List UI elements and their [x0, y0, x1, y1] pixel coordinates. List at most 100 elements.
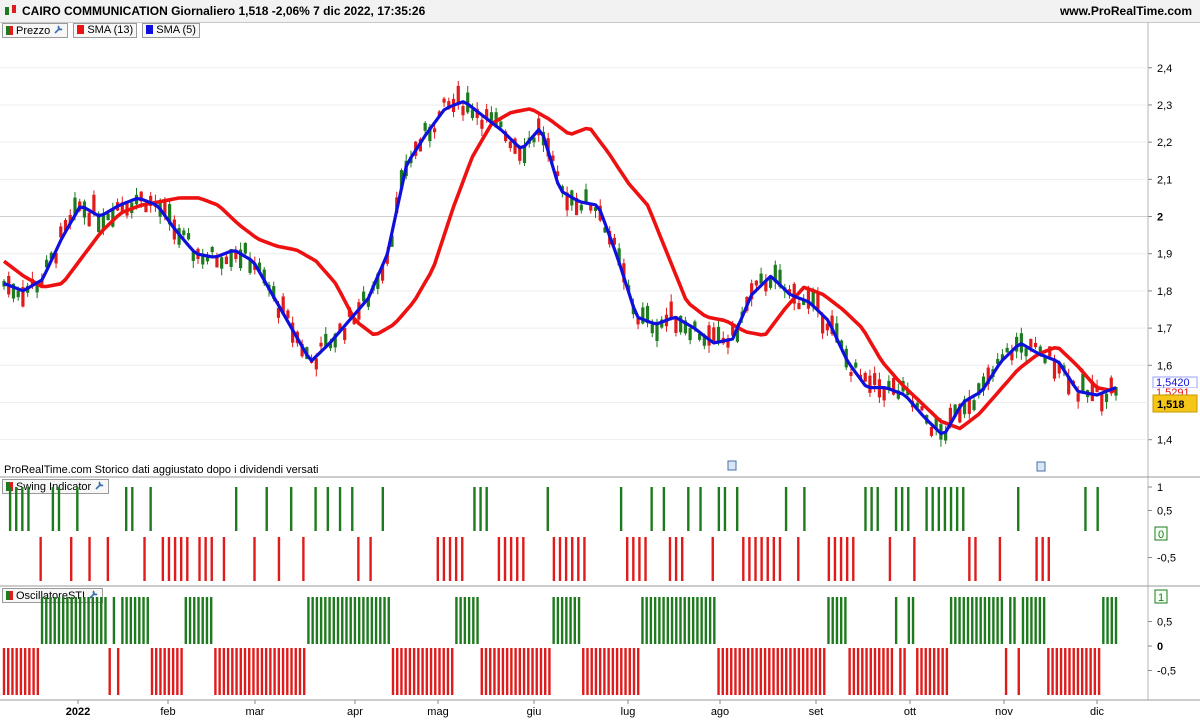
sti-bar	[235, 648, 238, 695]
wrench-icon[interactable]	[94, 480, 105, 491]
sti-bar	[527, 648, 530, 695]
sti-bar	[873, 648, 877, 695]
candle-body	[844, 348, 848, 368]
sti-bar	[91, 597, 94, 644]
chart-canvas[interactable]: 2,4 2,3 2,2 2,1 2 1,9 1,8 1,7 1,6 1,4 2022 feb mar ap…	[0, 0, 1200, 720]
candle-body	[707, 325, 711, 346]
sti-bar	[421, 648, 424, 695]
candle-body	[906, 389, 910, 396]
sti-bar	[298, 648, 302, 695]
swing-bar	[735, 487, 739, 531]
sti-bar	[920, 648, 923, 695]
candle-body	[191, 251, 195, 261]
candle-body	[873, 373, 877, 385]
sti-bar	[827, 597, 830, 644]
candle-body	[645, 305, 650, 324]
sti-bar	[772, 648, 775, 695]
swing-bar	[943, 487, 947, 531]
candle-body	[518, 147, 522, 161]
sma5-legend-item[interactable]: SMA (5)	[142, 23, 200, 38]
candle-body	[92, 194, 96, 214]
sti-bar	[696, 597, 699, 644]
candle-body	[627, 285, 631, 292]
candle-body	[470, 109, 475, 119]
candle-body	[750, 283, 754, 300]
sti-bar	[87, 597, 90, 644]
sti-bar	[1004, 648, 1008, 695]
sti-bar	[628, 648, 631, 695]
swing-bar	[931, 487, 934, 531]
wrench-icon[interactable]	[88, 589, 99, 600]
candle-body	[385, 252, 389, 264]
x-tick-label: feb	[160, 706, 175, 718]
sti-bar	[188, 597, 192, 644]
sti-bar	[484, 648, 488, 695]
candle-body	[560, 186, 564, 192]
swing-bar	[546, 487, 549, 531]
sti-bar	[505, 648, 509, 695]
document-icon[interactable]	[727, 460, 737, 471]
data-disclaimer: ProRealTime.com Storico dati aggiustato …	[4, 464, 319, 476]
swing-bar	[186, 537, 189, 581]
sti-bar	[544, 648, 547, 695]
sti-bar	[383, 597, 386, 644]
sti-bar	[19, 648, 23, 695]
sti-bar	[36, 648, 40, 695]
swing-bar	[381, 487, 385, 531]
sti-bar	[962, 597, 965, 644]
swing-bar	[1047, 537, 1050, 581]
candle-body	[276, 307, 281, 318]
site-link[interactable]: www.ProRealTime.com	[1060, 4, 1192, 18]
candle-body	[863, 372, 867, 382]
sti-panel-legend[interactable]: OscillatoreSTI	[2, 588, 104, 603]
swing-bar	[852, 537, 855, 581]
sti-bar	[1110, 597, 1113, 644]
sti-bar	[878, 648, 881, 695]
sti-panel-label: OscillatoreSTI	[16, 590, 86, 602]
candle-body	[631, 304, 635, 315]
candle-body	[967, 396, 971, 414]
candle-body	[981, 376, 986, 391]
candle-body	[26, 285, 30, 293]
sti-bar	[2, 648, 6, 695]
sti-bar	[721, 648, 724, 695]
sti-bar	[806, 648, 809, 695]
y-tick-label: 2,2	[1157, 137, 1172, 149]
sti-bar	[899, 648, 902, 695]
sti-bar	[983, 597, 987, 644]
sti-bar	[992, 597, 995, 644]
swing-panel-legend[interactable]: Swing Indicator	[2, 479, 110, 494]
sti-bar	[1013, 597, 1016, 644]
swing-bar	[149, 487, 152, 531]
swing-bar	[167, 537, 171, 581]
sti-bar	[294, 648, 297, 695]
sti-bar	[1038, 597, 1042, 644]
sti-bar	[243, 648, 247, 695]
candle-body	[716, 326, 721, 343]
sti-bar	[582, 648, 585, 695]
sti-bar	[1030, 597, 1033, 644]
swing-zero-value: 0	[1158, 529, 1164, 541]
sti-bar	[70, 597, 73, 644]
swing-bar	[833, 537, 837, 581]
price-legend-item[interactable]: Prezzo	[2, 23, 69, 38]
candle-body	[948, 407, 952, 424]
candle-body	[570, 190, 574, 206]
sti-bar	[155, 648, 158, 695]
sma13-line	[2, 107, 1117, 431]
candle-body	[30, 279, 34, 286]
candle-body	[579, 204, 583, 211]
candle-body	[442, 98, 446, 103]
sti-bar	[1034, 597, 1037, 644]
candle-body	[1081, 373, 1085, 393]
candle-body	[1090, 381, 1094, 402]
document-icon[interactable]	[1036, 461, 1046, 472]
sma13-legend-item[interactable]: SMA (13)	[73, 23, 138, 38]
sti-bar	[319, 597, 323, 644]
wrench-icon[interactable]	[53, 24, 64, 35]
sma13-legend-label: SMA (13)	[87, 24, 134, 36]
y-tick-label: 1,8	[1157, 286, 1172, 298]
candle-body	[764, 280, 768, 292]
sti-bar	[408, 648, 412, 695]
sti-bar	[121, 597, 124, 644]
